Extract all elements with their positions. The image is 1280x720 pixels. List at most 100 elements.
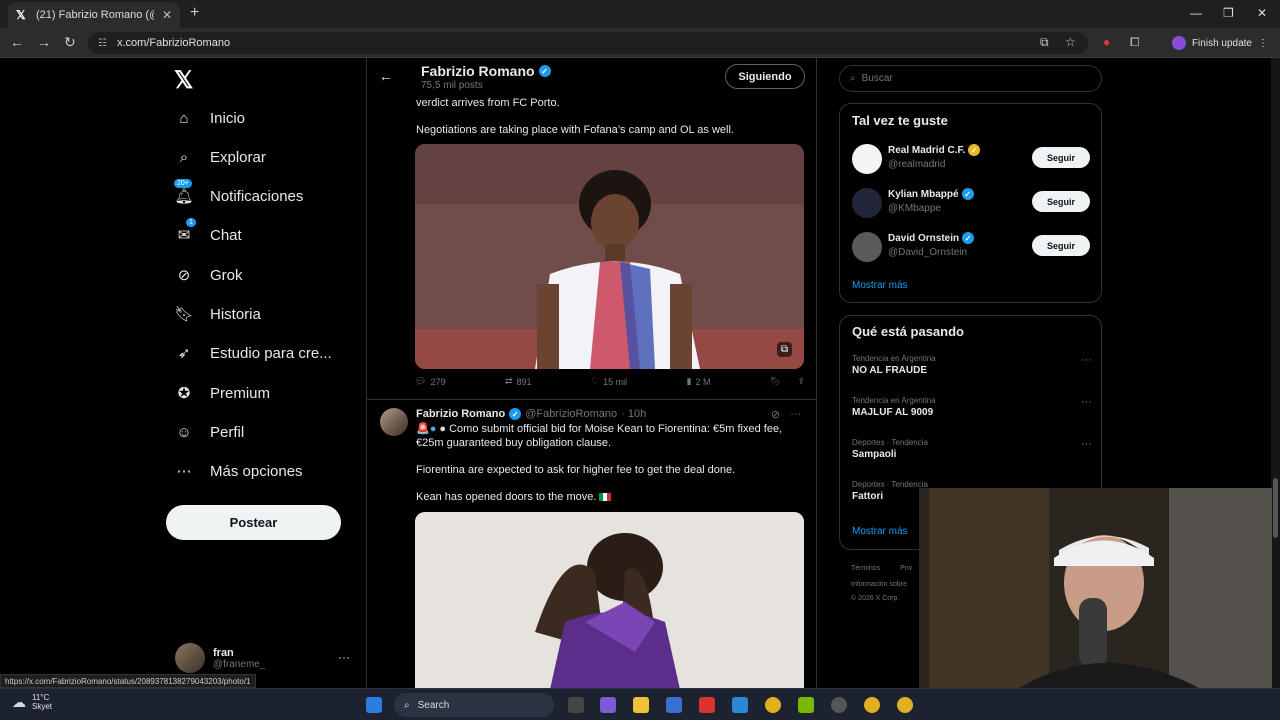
avatar xyxy=(852,232,882,262)
nav-item-perfil[interactable]: ☺ Perfil xyxy=(174,417,244,447)
site-info-icon[interactable]: ☷ xyxy=(98,38,107,49)
view-count: 2 M xyxy=(695,376,711,387)
scrollbar-thumb[interactable] xyxy=(1273,478,1278,538)
retweet-button[interactable]: ⇄ 891 xyxy=(505,376,532,387)
reply-count: 279 xyxy=(430,376,446,387)
show-more-link[interactable]: Mostrar más xyxy=(852,280,908,291)
trend-more-icon[interactable]: ··· xyxy=(1081,396,1092,408)
weather-widget[interactable]: ☁ 11°C Skyet xyxy=(12,693,52,711)
nav-item-premium[interactable]: ✪ Premium xyxy=(174,378,270,408)
app-l-icon[interactable] xyxy=(699,697,715,713)
nav-item-estudio[interactable]: ➶ Estudio para cre... xyxy=(174,338,332,368)
bookmark-button[interactable]: 🔖︎ ⇪ xyxy=(770,376,805,387)
nav-item-historia[interactable]: 🔖︎ Historia xyxy=(174,299,260,329)
close-tab-icon[interactable]: ✕ xyxy=(162,8,172,22)
minimize-icon[interactable]: — xyxy=(1190,6,1202,20)
post-button[interactable]: Postear xyxy=(166,505,341,540)
author-handle[interactable]: @FabrizioRomano xyxy=(525,408,617,420)
following-button[interactable]: Siguiendo xyxy=(725,64,805,89)
nav-item-chat[interactable]: ✉ 1 Chat xyxy=(174,218,242,250)
trend-item[interactable]: Tendencia en Argentina NO AL FRAUDE ··· xyxy=(852,354,1092,376)
trend-context: Tendencia en Argentina xyxy=(852,354,936,363)
follow-button[interactable]: Seguir xyxy=(1032,191,1090,212)
ads-info-link[interactable]: Información sobre xyxy=(851,581,907,588)
file-explorer-icon[interactable] xyxy=(633,697,649,713)
terms-link[interactable]: Términos xyxy=(851,565,880,572)
browser-profile-avatar[interactable] xyxy=(1171,36,1186,50)
suggestion-item[interactable]: Kylian Mbappé ✓ @KMbappe Seguir xyxy=(852,188,1092,218)
account-switcher[interactable]: fran @franeme_ xyxy=(175,643,265,673)
trend-item[interactable]: Deportes · Tendencia Sampaoli ··· xyxy=(852,438,1092,460)
back-icon[interactable]: ← xyxy=(10,35,24,49)
search-input[interactable]: ⌕ Buscar xyxy=(839,65,1102,92)
new-tab-icon[interactable]: + xyxy=(190,5,199,21)
like-button[interactable]: ♡ 15 mil xyxy=(591,376,627,387)
author-name[interactable]: Fabrizio Romano xyxy=(416,408,505,420)
share-icon[interactable]: ⇪ xyxy=(797,376,805,387)
menu-dots-icon[interactable]: ⋮ xyxy=(1258,38,1268,49)
tweet-header: Fabrizio Romano ✓ @FabrizioRomano · 10h xyxy=(416,408,646,420)
extensions-icon[interactable]: ⧠ xyxy=(1130,36,1140,48)
card-title: Qué está pasando xyxy=(852,324,964,339)
browser-tab[interactable]: 𝕏 (21) Fabrizio Romano (@Fabrizi ✕ xyxy=(8,2,180,28)
tweet-line-3: Kean has opened doors to the move. xyxy=(416,491,597,503)
app-icon[interactable] xyxy=(666,697,682,713)
trend-item[interactable]: Tendencia en Argentina MAJLUF AL 9009 ··… xyxy=(852,396,1092,418)
install-icon[interactable]: ⧉ xyxy=(1040,36,1049,48)
bookmark-star-icon[interactable]: ☆ xyxy=(1065,36,1076,48)
nav-item-ms[interactable]: ⋯ Más opciones xyxy=(174,456,303,486)
url-text: x.com/FabrizioRomano xyxy=(116,37,231,49)
obs-icon[interactable] xyxy=(831,697,847,713)
nav-item-explorar[interactable]: ⌕ Explorar xyxy=(174,142,266,172)
nav-item-label: Premium xyxy=(210,384,271,402)
italy-flag-icon xyxy=(599,493,612,502)
forward-icon[interactable]: → xyxy=(37,35,51,49)
nav-item-label: Grok xyxy=(210,266,243,284)
grok-icon[interactable]: ⊘ xyxy=(771,408,780,421)
browser-tab-bar: 𝕏 (21) Fabrizio Romano (@Fabrizi ✕ + — ❐… xyxy=(0,0,1280,28)
nav-item-grok[interactable]: ⊘ Grok xyxy=(174,260,243,290)
trend-more-icon[interactable]: ··· xyxy=(1081,438,1092,450)
suggestion-item[interactable]: Real Madrid C.F. ✓ @realmadrid Seguir xyxy=(852,144,1092,174)
account-more-icon[interactable]: ··· xyxy=(338,650,350,664)
trend-more-icon[interactable]: ··· xyxy=(1081,354,1092,366)
alt-badge-icon[interactable]: ⧉ xyxy=(776,342,792,357)
taskbar-search[interactable]: ⌕ Search xyxy=(394,693,554,717)
reply-button[interactable]: 💬︎ 279 xyxy=(415,376,445,387)
tweet-text: Negotiations are taking place with Fofan… xyxy=(416,124,734,136)
tweet-photo[interactable] xyxy=(415,512,804,688)
finish-update-button[interactable]: Finish update ⋮ xyxy=(1171,33,1268,53)
url-field[interactable]: ☷ x.com/FabrizioRomano xyxy=(88,32,1088,54)
avatar[interactable] xyxy=(380,408,408,436)
back-arrow-icon[interactable]: ← xyxy=(379,68,393,84)
follow-button[interactable]: Seguir xyxy=(1032,147,1090,168)
nvidia-icon[interactable] xyxy=(798,697,814,713)
record-icon[interactable]: ● xyxy=(1103,36,1110,48)
suggestion-item[interactable]: David Ornstein ✓ @David_Ornstein Seguir xyxy=(852,232,1092,262)
store-icon[interactable] xyxy=(732,697,748,713)
tweet-photo[interactable]: ⧉ xyxy=(415,144,804,369)
chrome-active-icon[interactable] xyxy=(897,697,913,713)
follow-button[interactable]: Seguir xyxy=(1032,235,1090,256)
show-more-trends-link[interactable]: Mostrar más xyxy=(852,526,908,537)
maximize-icon[interactable]: ❐ xyxy=(1223,6,1234,20)
tweet-time[interactable]: · 10h xyxy=(621,408,646,420)
copilot-icon[interactable] xyxy=(600,697,616,713)
more-icon[interactable]: ··· xyxy=(790,408,801,421)
nav-item-inicio[interactable]: ⌂ Inicio xyxy=(174,103,245,133)
profile-header: ← Fabrizio Romano ✓ 75,5 mil posts Sigui… xyxy=(367,58,816,98)
chrome-icon[interactable] xyxy=(765,697,781,713)
trend-name: NO AL FRAUDE xyxy=(852,365,927,376)
reload-icon[interactable]: ↻ xyxy=(64,35,76,49)
card-title: Tal vez te guste xyxy=(852,113,948,128)
task-view-icon[interactable] xyxy=(568,697,584,713)
start-icon[interactable] xyxy=(366,697,382,713)
privacy-link[interactable]: Priv xyxy=(900,565,912,572)
nav-item-notificaciones[interactable]: 🔔︎ 20+ Notificaciones xyxy=(174,179,303,211)
views-button[interactable]: ▮ 2 M xyxy=(687,376,711,387)
chrome-icon[interactable] xyxy=(864,697,880,713)
x-logo-icon[interactable]: 𝕏 xyxy=(174,66,193,95)
close-window-icon[interactable]: ✕ xyxy=(1257,6,1267,20)
nav-item-label: Estudio para cre... xyxy=(210,344,332,362)
page-scrollbar[interactable] xyxy=(1271,58,1280,688)
